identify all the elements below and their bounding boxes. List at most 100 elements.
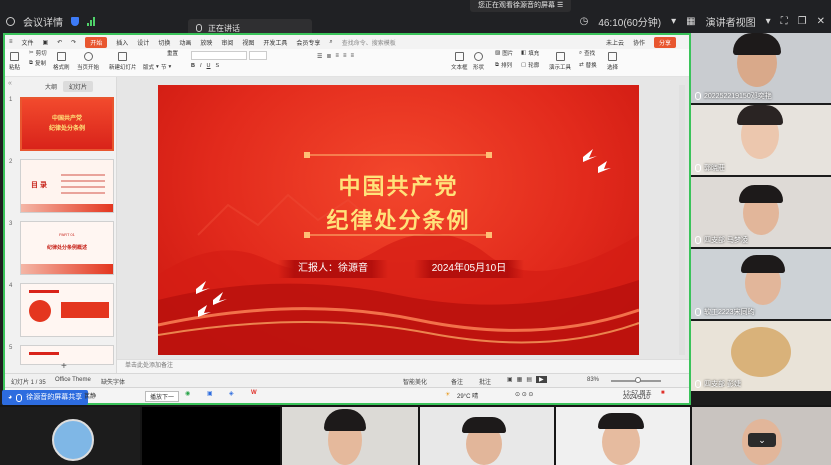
reset-button[interactable]: 重置 — [167, 49, 178, 57]
tab-animation[interactable]: 动画 — [179, 38, 191, 47]
participant-tile[interactable]: 四支部 马梦凌 — [691, 177, 831, 249]
tab-transition[interactable]: 切换 — [158, 38, 170, 47]
arrange-button[interactable]: ⧉ 排列 — [495, 61, 512, 70]
underline-button[interactable]: U — [207, 63, 211, 69]
number-list-icon[interactable]: ≣ — [326, 53, 331, 71]
watching-screen-banner[interactable]: 您正在观看徐源音的屏幕 ☰ — [470, 0, 572, 12]
tab-view[interactable]: 视图 — [242, 38, 254, 47]
bullet-list-icon[interactable]: ☰ — [317, 53, 322, 71]
zoom-slider-handle[interactable] — [635, 377, 641, 383]
normal-view-icon[interactable]: ▣ — [507, 376, 513, 383]
play-slideshow-icon[interactable]: ▶ — [536, 376, 547, 383]
slide-thumbnail-5[interactable] — [20, 345, 114, 365]
slide-thumbnail-2[interactable]: 目 录 — [20, 159, 114, 213]
participant-tile[interactable]: 四支部 彭婕 — [691, 321, 831, 393]
view-mode-button[interactable]: 演讲者视图 — [706, 14, 756, 29]
close-icon[interactable]: ✕ — [817, 16, 825, 27]
meeting-details-button[interactable]: 会议详情 — [23, 14, 63, 29]
date-label[interactable]: 2024年05月10日 — [414, 260, 524, 278]
tab-review[interactable]: 审阅 — [221, 38, 233, 47]
new-slide-button[interactable]: 新建幻灯片 — [109, 52, 137, 71]
fullscreen-icon[interactable]: ⛶ — [781, 16, 788, 27]
notes-toggle[interactable]: 备注 — [451, 377, 463, 386]
participant-tile[interactable] — [420, 407, 554, 465]
smart-beautify-button[interactable]: 智能美化 — [403, 377, 427, 386]
strike-button[interactable]: S — [216, 63, 220, 69]
italic-button[interactable]: I — [200, 63, 202, 69]
notes-field[interactable]: 单击此处添加备注 — [117, 359, 689, 373]
picture-button[interactable]: ▨ 图片 — [495, 49, 513, 57]
tab-insert[interactable]: 插入 — [116, 38, 128, 47]
add-slide-icon[interactable]: + — [61, 361, 67, 372]
participant-tile[interactable] — [0, 407, 140, 465]
chevron-down-icon[interactable]: ⌄ — [748, 433, 776, 447]
reporter-label[interactable]: 汇报人：徐源音 — [278, 260, 388, 278]
align-left-icon[interactable]: ≡ — [335, 53, 339, 71]
slide-thumbnail-1[interactable]: 中国共产党 纪律处分条例 — [20, 97, 114, 151]
tab-design[interactable]: 设计 — [137, 38, 149, 47]
app-icon-green[interactable]: ◉ — [185, 390, 190, 397]
textbox-button[interactable]: 文本框 — [451, 52, 468, 71]
participant-tile[interactable]: 2022522191​50邓奕艳 — [691, 33, 831, 105]
collab-button[interactable]: 协作 — [633, 38, 645, 47]
participant-tile[interactable] — [142, 407, 280, 465]
app-icon-blue[interactable]: ▣ — [207, 390, 213, 397]
redo-icon[interactable]: ↷ — [71, 39, 76, 46]
outline-button[interactable]: ▢ 轮廓 — [521, 61, 539, 69]
section-button[interactable]: 节 ▾ — [161, 63, 171, 71]
restore-icon[interactable]: ❐ — [798, 16, 807, 27]
info-icon[interactable] — [6, 17, 15, 26]
zoom-level[interactable]: 83% — [587, 377, 599, 383]
participant-tile[interactable]: 郭晓莊 — [691, 105, 831, 177]
paste-button[interactable]: 粘贴 — [9, 52, 20, 71]
tab-developer[interactable]: 开发工具 — [263, 38, 287, 47]
replace-button[interactable]: ⇄ 替换 — [579, 61, 597, 69]
layout-button[interactable]: 版式 ▾ — [143, 63, 159, 71]
slide-thumbnail-3[interactable]: PART 01 纪律处分条例概述 — [20, 221, 114, 275]
share-button[interactable]: 分享 — [653, 36, 676, 48]
bold-button[interactable]: B — [191, 63, 195, 69]
current-slide[interactable]: 中国共产党 纪律处分条例 汇报人：徐源音 2024年05月10日 — [158, 85, 639, 355]
signal-icon[interactable] — [87, 17, 95, 26]
missing-font-button[interactable]: 缺失字体 — [101, 377, 125, 386]
align-center-icon[interactable]: ≡ — [343, 53, 347, 71]
slide-title-line-1[interactable]: 中国共产党 — [158, 169, 639, 201]
chevron-down-icon[interactable]: ▾ — [766, 16, 771, 27]
hamburger-icon[interactable]: ≡ — [9, 39, 13, 45]
font-size-select[interactable] — [249, 51, 267, 60]
participant-tile[interactable] — [556, 407, 690, 465]
tab-home[interactable]: 开始 — [85, 36, 108, 48]
copy-button[interactable]: ⧉ 复制 — [29, 59, 46, 68]
format-painter-button[interactable]: 格式刷 — [53, 52, 70, 71]
shape-button[interactable]: 形状 — [473, 52, 484, 71]
next-slide-button[interactable]: 播放下一 — [145, 391, 180, 402]
cut-button[interactable]: ✂ 剪切 — [29, 49, 47, 57]
slide-thumbnail-4[interactable] — [20, 283, 114, 337]
meeting-app-icon[interactable]: ◈ — [229, 390, 234, 397]
vertical-scrollbar[interactable] — [679, 85, 685, 355]
participant-tile[interactable]: ⌄ — [692, 407, 831, 465]
tab-outline[interactable]: 大纲 — [39, 81, 63, 92]
collapse-pane-icon[interactable]: « — [8, 80, 12, 87]
reading-view-icon[interactable]: ▤ — [526, 376, 532, 383]
tab-slides[interactable]: 幻灯片 — [63, 81, 94, 92]
fill-button[interactable]: ◧ 填充 — [521, 49, 539, 57]
undo-icon[interactable]: ↶ — [57, 39, 62, 46]
chevron-down-icon[interactable]: ▾ — [671, 16, 676, 27]
shield-icon[interactable] — [71, 17, 79, 26]
wps-icon[interactable]: W — [251, 390, 257, 396]
cloud-status[interactable]: 未上云 — [606, 38, 624, 47]
align-right-icon[interactable]: ≡ — [350, 53, 354, 71]
select-button[interactable]: 选择 — [607, 52, 618, 71]
notification-icon[interactable]: ■ — [661, 390, 665, 396]
tray-icons[interactable]: ⊙ ⊙ ⊙ — [515, 391, 533, 398]
slide-title-line-2[interactable]: 纪律处分条例 — [158, 203, 639, 235]
play-current-button[interactable]: 当页开始 — [77, 52, 99, 71]
participant-tile[interactable]: 软工2223宋同昀 — [691, 249, 831, 321]
tab-slideshow[interactable]: 放映 — [200, 38, 212, 47]
comments-toggle[interactable]: 批注 — [479, 377, 491, 386]
participant-tile[interactable] — [282, 407, 418, 465]
save-icon[interactable]: ▣ — [43, 39, 49, 46]
font-name-select[interactable] — [191, 51, 247, 60]
grid-view-icon[interactable]: ▦ — [686, 16, 695, 27]
